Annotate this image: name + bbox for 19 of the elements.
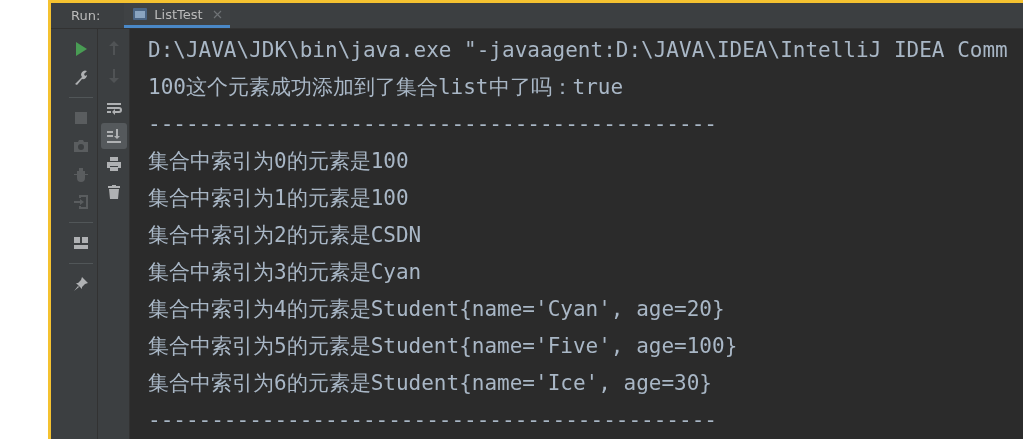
- console-line: ---------------------------------------------: [148, 407, 718, 434]
- pin-icon[interactable]: [72, 275, 90, 293]
- layout-icon[interactable]: [72, 234, 90, 252]
- console-line: 集合中索引为2的元素是CSDN: [148, 222, 423, 249]
- console-line: 集合中索引为6的元素是Student{name='Ice', age=30}: [148, 370, 713, 397]
- console-line: 100这个元素成功添加到了集合list中了吗：true: [148, 74, 625, 101]
- console-line: 集合中索引为5的元素是Student{name='Five', age=100}: [148, 333, 739, 360]
- close-icon[interactable]: [212, 9, 222, 19]
- console-icon: [132, 7, 149, 21]
- print-icon: [104, 155, 123, 173]
- toolbar-button[interactable]: [100, 123, 127, 149]
- console-line: ---------------------------------------------: [148, 111, 718, 138]
- console-line: 集合中索引为0的元素是100: [148, 148, 410, 175]
- console-line: 集合中索引为3的元素是Cyan: [148, 259, 423, 286]
- run-label: Run:: [71, 8, 101, 23]
- scroll-to-end-icon: [104, 127, 123, 145]
- console-line: D:\JAVA\JDK\bin\java.exe "-javaagent:D:\JAVA\IDEA\IntelliJ IDEA Comm: [148, 37, 1009, 64]
- console-line: 集合中索引为1的元素是100: [148, 185, 410, 212]
- console-line: 集合中索引为4的元素是Student{name='Cyan', age=20}: [148, 296, 726, 323]
